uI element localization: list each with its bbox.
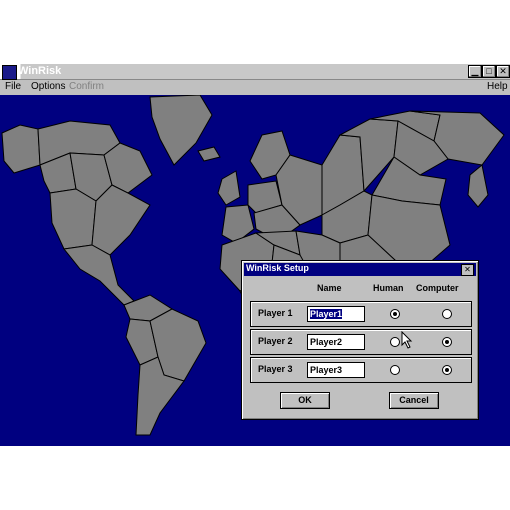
player-row-2: Player 2 Player2 [250,329,472,355]
territory-japan [467,164,489,208]
title-bar: WinRisk ▁ □ ✕ [0,64,510,80]
player-3-name-input[interactable]: Player3 [307,362,365,378]
ok-button[interactable]: OK [280,392,330,409]
player-1-computer-radio[interactable] [442,309,452,319]
setup-dialog-titlebar: WinRisk Setup ✕ [244,263,476,276]
menu-file[interactable]: File [5,81,21,92]
setup-dialog-title: WinRisk Setup [246,263,309,273]
player-row-3: Player 3 Player3 [250,357,472,383]
dialog-close-button[interactable]: ✕ [461,264,474,276]
territory-western-us [49,188,97,250]
menu-bar: File Options Confirm Help [0,80,510,94]
header-human: Human [373,283,404,293]
player-row-1: Player 1 Player1 [250,301,472,327]
menu-confirm: Confirm [69,81,105,92]
player-2-computer-radio[interactable] [442,337,452,347]
maximize-button[interactable]: □ [482,65,496,78]
player-2-name-input[interactable]: Player2 [307,334,365,350]
minimize-button[interactable]: ▁ [468,65,482,78]
close-window-button[interactable]: ✕ [496,65,510,78]
setup-dialog: WinRisk Setup ✕ Name Human Computer Play… [241,260,479,420]
territory-central-america [63,244,135,306]
header-name: Name [317,283,342,293]
header-computer: Computer [416,283,459,293]
player-2-human-radio[interactable] [390,337,400,347]
player-3-human-radio[interactable] [390,365,400,375]
territory-alaska [1,124,41,174]
player-2-label: Player 2 [258,336,293,346]
cancel-button[interactable]: Cancel [389,392,439,409]
player-1-name-input[interactable]: Player1 [307,306,365,322]
player-3-computer-radio[interactable] [442,365,452,375]
territory-great-britain [217,170,241,206]
player-1-human-radio[interactable] [390,309,400,319]
window-title: WinRisk [18,65,62,77]
menu-help[interactable]: Help [487,81,508,92]
player-1-label: Player 1 [258,308,293,318]
mouse-cursor-icon [401,331,413,349]
app-icon[interactable] [2,65,17,80]
territory-iceland [197,146,221,162]
player-3-label: Player 3 [258,364,293,374]
menu-options[interactable]: Options [31,81,65,92]
